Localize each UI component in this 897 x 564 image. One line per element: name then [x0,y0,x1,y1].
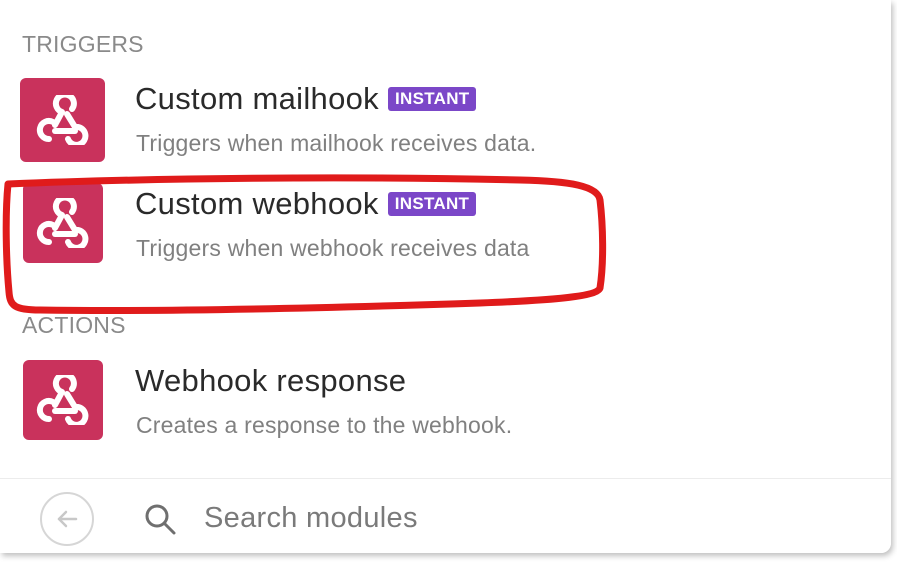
webhook-icon [20,78,105,162]
search-input[interactable] [204,495,764,541]
module-custom-webhook[interactable]: Custom webhook INSTANT Triggers when web… [20,183,620,269]
module-webhook-response[interactable]: Webhook response Creates a response to t… [20,360,620,446]
module-name-row: Custom webhook INSTANT [135,186,477,222]
search-icon [145,504,176,535]
module-name-row: Custom mailhook INSTANT [135,81,477,117]
module-name: Webhook response [135,363,407,398]
module-description: Triggers when mailhook receives data. [136,130,537,156]
module-name: Custom mailhook [135,81,379,116]
section-title-actions: ACTIONS [22,312,126,338]
module-name: Custom webhook [135,186,379,221]
section-title-triggers: TRIGGERS [22,31,144,57]
search-footer [0,478,891,553]
instant-badge: INSTANT [387,192,477,216]
module-custom-mailhook[interactable]: Custom mailhook INSTANT Triggers when ma… [20,78,620,164]
webhook-icon [23,183,103,263]
back-button[interactable] [40,492,94,546]
arrow-left-circle-icon [57,510,78,528]
module-description: Creates a response to the webhook. [136,412,513,438]
webhook-icon [23,360,103,440]
module-picker-panel: TRIGGERS Custom mailhook INSTANT Trigger… [0,0,891,553]
module-name-row: Webhook response [135,363,406,399]
instant-badge: INSTANT [387,87,477,111]
module-description: Triggers when webhook receives data [136,235,530,261]
